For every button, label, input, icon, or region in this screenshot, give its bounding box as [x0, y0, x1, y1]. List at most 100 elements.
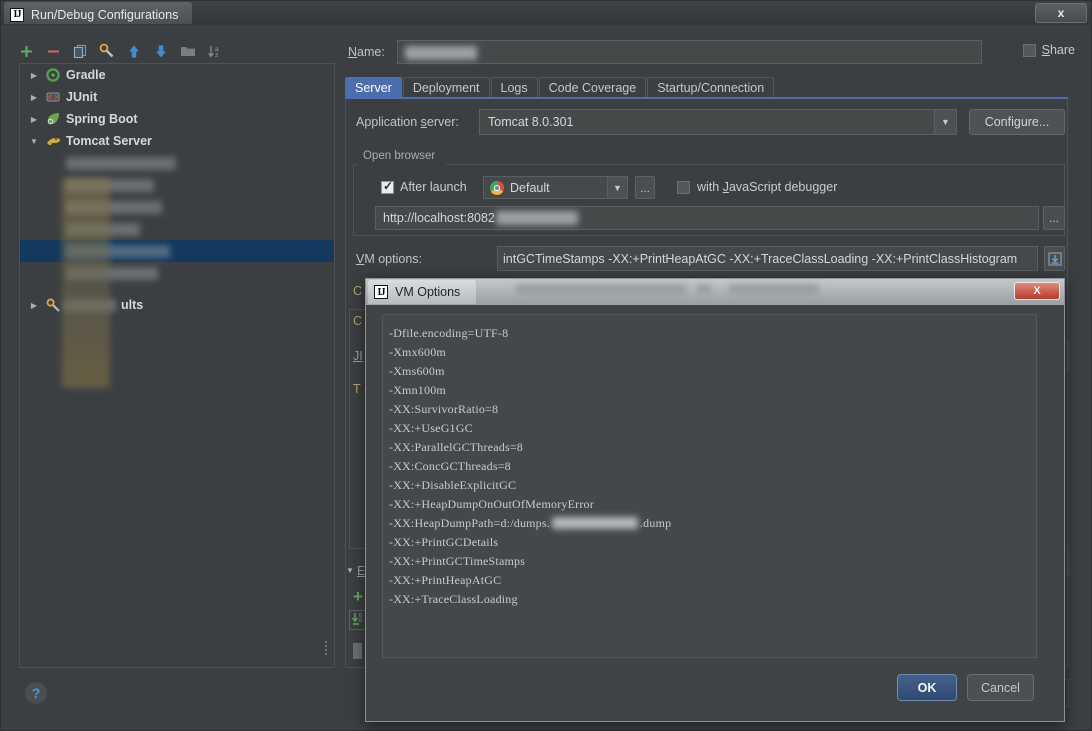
tab-deployment[interactable]: Deployment — [402, 77, 490, 98]
settings-tabs[interactable]: Server Deployment Logs Code Coverage Sta… — [345, 77, 1085, 98]
chevron-right-icon[interactable]: ▶ — [28, 91, 40, 103]
chevron-down-icon[interactable]: ▼ — [28, 135, 40, 147]
tab-server[interactable]: Server — [345, 77, 402, 98]
add-icon[interactable] — [17, 42, 35, 60]
vm-options-titlebar: IJ VM Options X — [366, 279, 1064, 304]
window-titlebar: IJ Run/Debug Configurations x — [1, 1, 1091, 25]
vm-options-label: VM options: — [356, 252, 423, 266]
redaction-smear — [62, 178, 110, 388]
application-server-label: Application server: — [356, 115, 459, 129]
edit-templates-icon[interactable] — [98, 42, 116, 60]
move-down-icon[interactable] — [152, 42, 170, 60]
tab-startup-connection[interactable]: Startup/Connection — [647, 77, 775, 98]
share-checkbox[interactable]: Share — [1022, 43, 1075, 57]
tree-resize-grip[interactable] — [325, 639, 330, 661]
browser-browse-button[interactable]: ... — [635, 176, 655, 199]
javascript-debugger-label: with JavaScript debugger — [697, 180, 838, 194]
background-fragment-handle — [353, 643, 362, 659]
vm-option-suffix: .dump — [639, 516, 672, 530]
vm-option-line: -XX:SurvivorRatio=8 — [389, 402, 499, 416]
vm-options-body: -Dfile.encoding=UTF-8 -Xmx600m -Xms600m … — [366, 304, 1064, 721]
tree-item-label: Spring Boot — [66, 112, 138, 126]
url-browse-button[interactable]: ... — [1043, 206, 1065, 230]
javascript-debugger-checkbox-box[interactable] — [677, 180, 690, 194]
blurred-label — [66, 156, 176, 170]
folder-icon[interactable] — [179, 42, 197, 60]
junit-icon — [45, 89, 61, 105]
blurred-background-text — [516, 283, 836, 299]
vm-option-line: -XX:+PrintHeapAtGC — [389, 573, 502, 587]
gradle-icon — [45, 67, 61, 83]
tree-item-gradle[interactable]: ▶ Gradle — [20, 64, 334, 86]
vm-option-line: -Dfile.encoding=UTF-8 — [389, 326, 509, 340]
share-label: Share — [1041, 43, 1075, 57]
after-launch-checkbox[interactable]: After launch — [381, 179, 467, 194]
tree-item-spring-boot[interactable]: ▶ Spring Boot — [20, 108, 334, 130]
ok-button[interactable]: OK — [897, 674, 957, 701]
application-server-select[interactable]: Tomcat 8.0.301 ▼ — [479, 109, 957, 135]
vm-option-line-heapdumppath: -XX:HeapDumpPath=d:/dumps. .dump — [389, 514, 1036, 533]
open-browser-legend: Open browser — [359, 150, 440, 162]
blurred-name-value — [405, 46, 477, 60]
name-input[interactable] — [397, 40, 982, 64]
intellij-logo-icon: IJ — [374, 285, 388, 299]
vm-options-value: intGCTimeStamps -XX:+PrintHeapAtGC -XX:+… — [503, 251, 1018, 266]
tab-logs[interactable]: Logs — [490, 77, 538, 98]
after-launch-checkbox-box[interactable] — [381, 179, 394, 194]
svg-text:z: z — [215, 52, 218, 59]
chevron-right-icon[interactable]: ▶ — [28, 69, 40, 81]
vm-options-close-button[interactable]: X — [1014, 282, 1060, 300]
share-checkbox-box[interactable] — [1022, 43, 1036, 57]
window-close-button[interactable]: x — [1035, 3, 1087, 23]
name-label: Name: — [348, 45, 385, 59]
sort-alphabetically-icon[interactable]: a z — [206, 42, 224, 60]
vm-option-line: -XX:ConcGCThreads=8 — [389, 459, 511, 473]
vm-option-line: -Xmn100m — [389, 383, 446, 397]
tree-item-label: JUnit — [66, 90, 98, 104]
url-value: http://localhost:8082 — [383, 211, 495, 225]
chevron-down-icon[interactable]: ▼ — [607, 177, 627, 198]
tab-code-coverage[interactable]: Code Coverage — [538, 77, 647, 98]
svg-text:0: 0 — [359, 618, 362, 624]
spring-boot-icon — [45, 111, 61, 127]
tree-item-junit[interactable]: ▶ JUnit — [20, 86, 334, 108]
tree-item-tomcat-server[interactable]: ▼ Tomcat Server — [20, 130, 334, 152]
vm-option-line: -XX:+HeapDumpOnOutOfMemoryError — [389, 497, 594, 511]
vm-options-expand-button[interactable] — [1044, 246, 1065, 271]
chevron-down-icon[interactable]: ▼ — [934, 110, 956, 134]
background-fragment-label: C — [353, 284, 363, 298]
configurations-toolbar: a z — [17, 39, 337, 63]
vm-options-input[interactable]: intGCTimeStamps -XX:+PrintHeapAtGC -XX:+… — [497, 246, 1038, 271]
tomcat-icon — [45, 133, 61, 149]
chrome-icon — [490, 180, 504, 195]
chevron-right-icon[interactable]: ▶ — [28, 299, 40, 311]
remove-icon[interactable] — [44, 42, 62, 60]
configure-button[interactable]: Configure... — [969, 109, 1065, 135]
vm-option-text: -XX:HeapDumpPath=d:/dumps. — [389, 516, 550, 530]
add-icon[interactable]: + — [353, 587, 363, 607]
vm-option-line: -XX:ParallelGCThreads=8 — [389, 440, 523, 454]
configurations-tree[interactable]: ▶ Gradle ▶ JUnit ▶ Spring Boot ▼ Tomcat … — [19, 63, 335, 668]
vm-option-line: -Xmx600m — [389, 345, 446, 359]
blurred-path-segment — [551, 517, 638, 529]
chevron-down-icon[interactable]: ▼ — [346, 566, 354, 575]
window-title: Run/Debug Configurations — [31, 7, 179, 22]
browser-value: Default — [510, 180, 550, 195]
intellij-logo-icon: IJ — [10, 7, 24, 22]
browser-select[interactable]: Default ▼ — [483, 176, 628, 199]
vm-options-textarea[interactable]: -Dfile.encoding=UTF-8 -Xmx600m -Xms600m … — [382, 314, 1037, 658]
help-button[interactable]: ? — [25, 682, 47, 704]
javascript-debugger-checkbox[interactable]: with JavaScript debugger — [677, 180, 837, 194]
copy-icon[interactable] — [71, 42, 89, 60]
tree-item-blurred[interactable] — [20, 152, 334, 174]
tree-item-label: ults — [121, 298, 144, 312]
tree-item-label: Tomcat Server — [66, 134, 152, 148]
defaults-icon — [45, 297, 61, 313]
url-input[interactable]: http://localhost:8082 — [375, 206, 1039, 230]
move-up-icon[interactable] — [125, 42, 143, 60]
chevron-right-icon[interactable]: ▶ — [28, 113, 40, 125]
vm-options-title-tab: IJ VM Options — [368, 280, 477, 304]
cancel-button[interactable]: Cancel — [967, 674, 1034, 701]
vm-option-line: -XX:+DisableExplicitGC — [389, 478, 517, 492]
vm-option-line: -XX:+UseG1GC — [389, 421, 473, 435]
